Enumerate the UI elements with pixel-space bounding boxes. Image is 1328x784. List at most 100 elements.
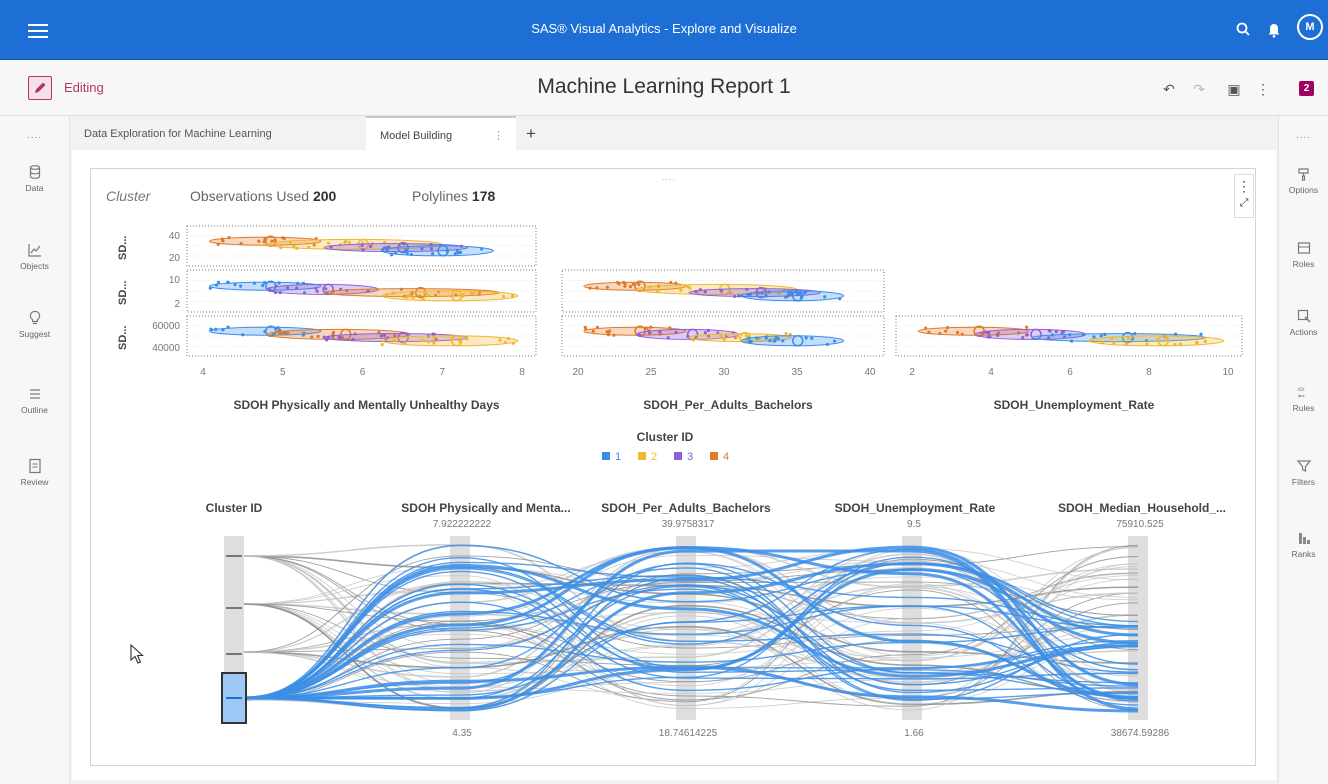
data-point <box>703 331 707 335</box>
legend-label: 2 <box>651 451 657 463</box>
data-point <box>764 336 768 340</box>
data-point <box>747 336 751 340</box>
data-point <box>658 330 662 334</box>
data-point <box>986 331 991 335</box>
data-point <box>605 285 609 289</box>
data-point <box>786 290 790 294</box>
data-point <box>694 289 698 294</box>
data-point <box>226 280 230 284</box>
data-point <box>315 289 319 293</box>
data-point <box>719 288 724 293</box>
data-point <box>274 284 278 288</box>
data-point <box>810 336 814 340</box>
data-point <box>784 295 788 299</box>
pc-axis-label: SDOH_Per_Adults_Bachelors <box>601 501 771 515</box>
data-point <box>726 333 730 337</box>
data-point <box>1062 329 1066 334</box>
data-point <box>282 236 287 241</box>
data-point <box>322 335 326 339</box>
legend-swatch <box>674 452 682 460</box>
x-tick-label: 2 <box>909 367 915 378</box>
data-point <box>324 287 328 291</box>
pc-axis-label: Cluster ID <box>206 501 263 515</box>
legend-swatch <box>638 452 646 460</box>
data-point <box>1024 325 1029 329</box>
data-point <box>1110 336 1114 340</box>
data-point <box>1081 332 1085 337</box>
data-point <box>617 282 621 286</box>
data-point <box>1092 335 1096 339</box>
data-point <box>209 327 213 331</box>
data-point <box>347 240 351 244</box>
data-point <box>823 295 827 299</box>
data-point <box>1099 334 1103 338</box>
x-tick-label: 6 <box>1067 367 1073 378</box>
data-point <box>307 245 311 250</box>
data-point <box>511 341 515 345</box>
data-point <box>279 246 283 250</box>
data-point <box>392 338 396 342</box>
data-point <box>421 297 425 301</box>
data-point <box>458 250 463 254</box>
data-point <box>221 328 225 332</box>
data-point <box>382 333 387 337</box>
y-tick-label: 40000 <box>152 343 180 354</box>
data-point <box>622 280 626 285</box>
data-point <box>404 248 408 252</box>
data-point <box>399 287 404 291</box>
data-point <box>421 338 425 342</box>
data-point <box>748 292 753 296</box>
data-point <box>252 281 257 285</box>
data-point <box>379 334 383 338</box>
data-point <box>394 251 398 255</box>
data-point <box>289 240 293 244</box>
data-point <box>277 281 281 285</box>
data-point <box>292 244 296 249</box>
data-point <box>276 329 281 334</box>
pc-axis-max: 75910.525 <box>1116 519 1164 530</box>
data-point <box>955 330 960 335</box>
data-point <box>679 288 683 292</box>
data-point <box>732 294 737 299</box>
y-axis-label: SD... <box>117 281 129 305</box>
data-point <box>480 247 484 251</box>
data-point <box>226 325 230 329</box>
data-point <box>510 294 515 298</box>
pc-axis-max: 9.5 <box>907 519 921 530</box>
data-point <box>214 283 219 287</box>
data-point <box>208 286 212 290</box>
data-point <box>655 289 660 293</box>
data-point <box>337 335 341 339</box>
data-point <box>411 296 415 300</box>
data-point <box>706 328 711 333</box>
data-point <box>674 281 678 285</box>
data-point <box>431 335 436 340</box>
pc-axis-min: 4.35 <box>452 728 472 739</box>
data-point <box>719 334 723 338</box>
data-point <box>1047 328 1051 333</box>
x-tick-label: 7 <box>439 367 445 378</box>
x-tick-label: 30 <box>718 367 730 378</box>
data-point <box>233 282 237 287</box>
legend-swatch <box>602 452 610 460</box>
data-point <box>241 333 245 337</box>
data-point <box>409 252 414 257</box>
data-point <box>326 241 331 245</box>
data-point <box>426 293 431 297</box>
data-point <box>768 339 772 343</box>
data-point <box>453 252 457 256</box>
y-axis-label: SD... <box>117 326 129 350</box>
data-point <box>286 331 290 335</box>
data-point <box>1090 337 1094 342</box>
data-point <box>221 239 225 243</box>
data-point <box>688 286 692 290</box>
data-point <box>369 244 373 249</box>
data-point <box>506 337 511 341</box>
data-point <box>666 336 670 340</box>
data-point <box>314 286 318 291</box>
data-point <box>216 242 220 246</box>
data-point <box>325 338 329 342</box>
data-point <box>216 280 221 284</box>
data-point <box>1103 332 1107 337</box>
pc-axis-label: SDOH_Unemployment_Rate <box>835 501 996 515</box>
